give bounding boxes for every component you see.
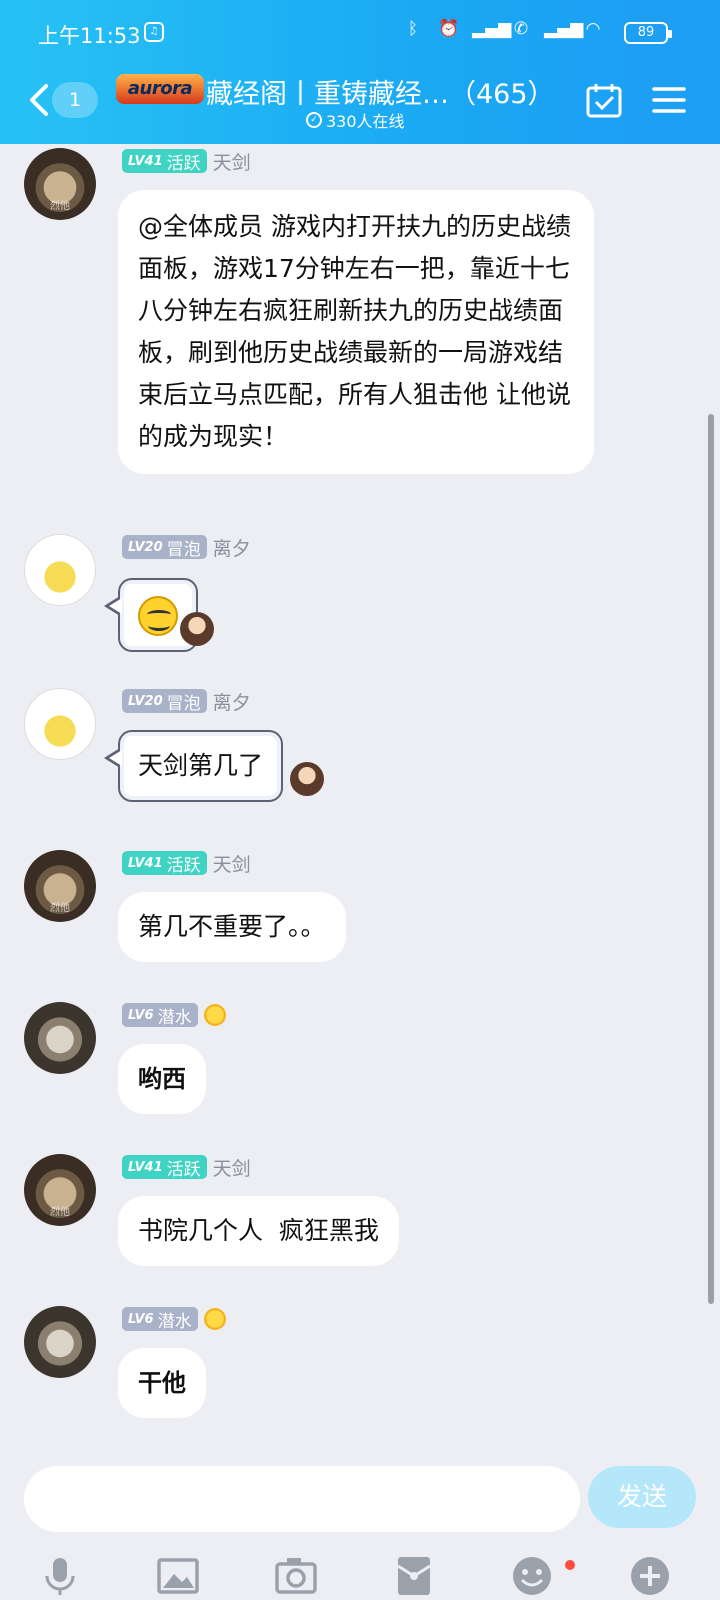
avatar[interactable]	[24, 688, 96, 760]
calendar-check-icon	[586, 84, 622, 118]
level-badge: LV41 活跃	[122, 149, 207, 174]
status-bar: 上午11:53 ♫ ᛒ ⏰ ▂▄▆ ✆ ▂▄▆ ◠ 89	[0, 0, 720, 70]
sender-meta: LV41 活跃 天剑	[122, 1154, 251, 1180]
message-input[interactable]	[24, 1466, 580, 1532]
signal-icon: ▂▄▆	[544, 19, 584, 39]
online-count-label: 330人在线	[326, 112, 405, 131]
avatar[interactable]	[24, 1002, 96, 1074]
send-button[interactable]: 发送	[588, 1466, 696, 1528]
bubble-decoration-icon	[180, 612, 214, 646]
sun-icon	[203, 1004, 226, 1026]
check-circle-icon: ✓	[306, 112, 322, 128]
chevron-left-icon	[30, 84, 48, 116]
call-icon: ✆	[513, 19, 529, 39]
scrollbar[interactable]	[708, 414, 714, 1304]
message-bubble[interactable]: @全体成员 游戏内打开扶九的历史战绩面板，游戏17分钟左右一把，靠近十七八分钟左…	[118, 190, 594, 474]
back-button[interactable]	[26, 80, 54, 120]
wifi-icon: ◠	[585, 19, 601, 39]
camera-button[interactable]	[274, 1554, 318, 1598]
level-badge: LV20 冒泡	[122, 535, 207, 560]
emoji-button[interactable]	[510, 1554, 554, 1598]
menu-button[interactable]	[650, 80, 688, 120]
nav-bar: 1 aurora 藏经阁丨重铸藏经…（465） ✓ 330人在线	[0, 70, 720, 144]
group-title[interactable]: 藏经阁丨重铸藏经…（465）	[206, 72, 555, 111]
level-badge: LV6 潜水	[122, 1003, 198, 1028]
plus-circle-icon	[631, 1557, 669, 1595]
notification-icon: ♫	[144, 22, 164, 42]
level-badge: LV41 活跃	[122, 851, 207, 876]
sender-name: 离夕	[212, 537, 251, 560]
online-count: ✓ 330人在线	[306, 108, 405, 132]
sender-meta: LV6 潜水	[122, 1306, 226, 1332]
chat-header: 上午11:53 ♫ ᛒ ⏰ ▂▄▆ ✆ ▂▄▆ ◠ 89 1 aurora 藏经…	[0, 0, 720, 144]
image-icon	[157, 1558, 199, 1594]
message-bubble[interactable]: 天剑第几了	[103, 730, 284, 802]
avatar[interactable]	[24, 534, 96, 606]
red-packet-button[interactable]	[392, 1554, 436, 1598]
avatar[interactable]: 烈他	[24, 1154, 96, 1226]
sender-name: 天剑	[212, 853, 251, 876]
sender-name: 离夕	[212, 691, 251, 714]
camera-icon	[275, 1558, 317, 1594]
sender-meta: LV6 潜水	[122, 1002, 226, 1028]
bluetooth-icon: ᛒ	[407, 19, 419, 39]
sender-meta: LV41 活跃 天剑	[122, 850, 251, 876]
message-bubble[interactable]: 干他	[118, 1348, 206, 1418]
signal-hd-icon: ▂▄▆	[472, 19, 512, 39]
sender-name: 天剑	[212, 1157, 251, 1180]
alarm-icon: ⏰	[438, 19, 460, 39]
group-logo: aurora	[116, 74, 204, 104]
level-badge: LV20 冒泡	[122, 689, 207, 714]
toolbar	[0, 1554, 720, 1598]
bubble-decoration-icon	[290, 762, 324, 796]
voice-button[interactable]	[38, 1554, 82, 1598]
microphone-icon	[45, 1558, 75, 1595]
message-bubble[interactable]: 书院几个人 疯狂黑我	[118, 1196, 399, 1266]
message-bubble[interactable]: 哟西	[118, 1044, 206, 1114]
sun-icon	[203, 1308, 226, 1330]
notification-dot	[565, 1560, 575, 1570]
avatar[interactable]	[24, 1306, 96, 1378]
sender-meta: LV20 冒泡 离夕	[122, 534, 251, 560]
status-time: 上午11:53	[38, 24, 141, 48]
avatar[interactable]: 烈他	[24, 850, 96, 922]
input-bar: 发送	[0, 1450, 720, 1600]
red-packet-icon	[397, 1557, 431, 1595]
sender-meta: LV20 冒泡 离夕	[122, 688, 251, 714]
battery-icon: 89	[624, 22, 672, 44]
avatar[interactable]: 烈他	[24, 148, 96, 220]
smiley-icon	[513, 1557, 551, 1595]
emoji-funny-face-icon	[138, 596, 178, 636]
more-button[interactable]	[628, 1554, 672, 1598]
hamburger-menu-icon	[652, 87, 686, 113]
sender-name: 天剑	[212, 151, 251, 174]
level-badge: LV6 潜水	[122, 1307, 198, 1332]
level-badge: LV41 活跃	[122, 1155, 207, 1180]
unread-count-badge[interactable]: 1	[52, 82, 98, 118]
group-calendar-button[interactable]	[584, 80, 624, 120]
message-bubble[interactable]: 第几不重要了。。	[118, 892, 346, 962]
sender-meta: LV41 活跃 天剑	[122, 148, 251, 174]
image-button[interactable]	[156, 1554, 200, 1598]
